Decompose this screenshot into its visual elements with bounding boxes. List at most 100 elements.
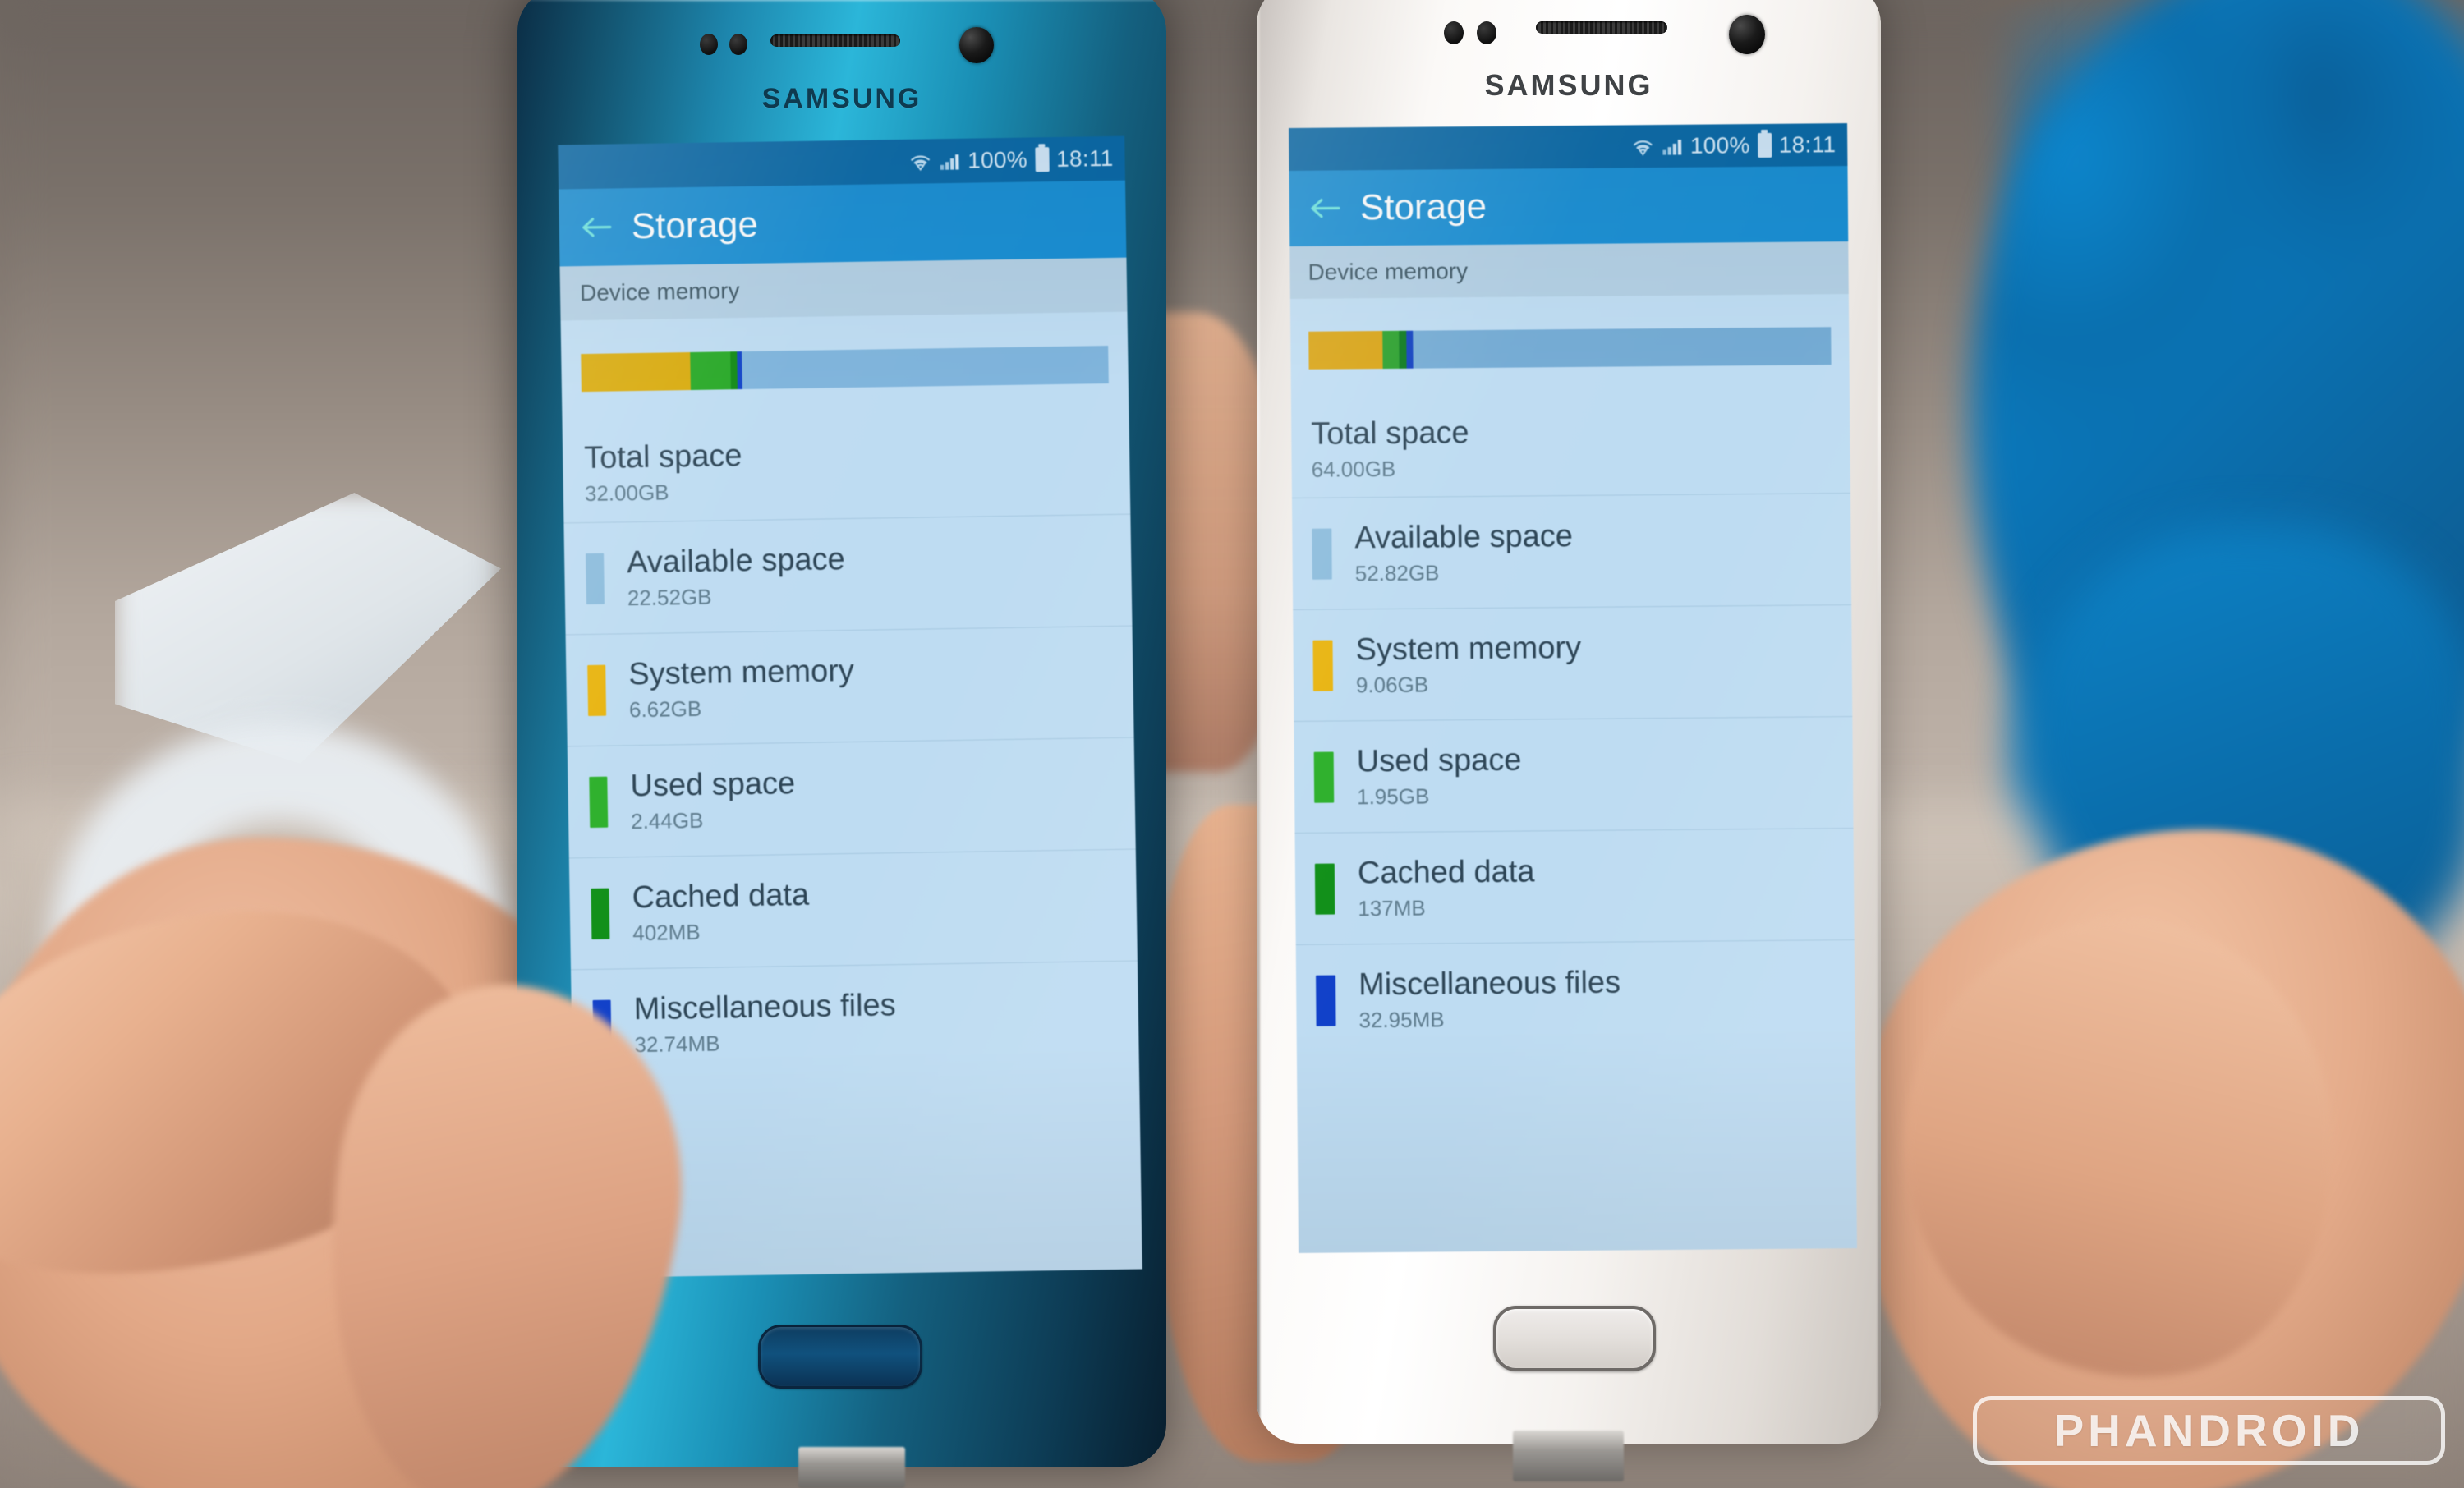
section-header-label: Device memory	[579, 278, 740, 306]
row-value: 402MB	[632, 919, 701, 945]
clock-label: 18:11	[1055, 145, 1114, 172]
table-row[interactable]: Miscellaneous files 32.74MB	[570, 960, 1140, 1082]
row-value: 32.00GB	[584, 480, 669, 507]
row-value: 137MB	[1358, 895, 1426, 921]
page-title: Storage	[1359, 186, 1487, 228]
usage-segment-available-space	[741, 346, 1109, 390]
legend-swatch-available-space	[1312, 528, 1332, 580]
wifi-icon	[908, 151, 931, 172]
table-row[interactable]: Total space 64.00GB	[1291, 397, 1850, 498]
phone-right-body: SAMSUNG 100% 18:11 Storage Device memory…	[1257, 0, 1881, 1444]
phone-left-brand-logo: SAMSUNG	[761, 83, 922, 114]
row-title: Cached data	[1357, 853, 1535, 890]
battery-full-icon	[1757, 132, 1772, 158]
row-texts: System memory 6.62GB	[628, 653, 855, 722]
legend-swatch-system-memory	[1312, 640, 1334, 691]
signal-bars-icon	[939, 151, 960, 171]
row-value: 1.95GB	[1357, 783, 1430, 809]
legend-swatch-used-space	[1313, 751, 1335, 803]
page-title: Storage	[631, 204, 759, 247]
row-title: Miscellaneous files	[1358, 965, 1621, 1002]
phone-right-dock-connector	[1513, 1431, 1624, 1481]
row-value: 22.52GB	[627, 584, 712, 610]
row-texts: Available space 22.52GB	[627, 542, 846, 611]
usage-segment-system-memory	[581, 352, 691, 393]
row-texts: Total space 32.00GB	[584, 439, 742, 507]
table-row[interactable]: System memory 6.62GB	[565, 625, 1134, 746]
row-title: Total space	[1311, 416, 1469, 452]
row-texts: Cached data 137MB	[1358, 854, 1535, 921]
usage-segment-available-space	[1412, 327, 1832, 369]
row-value: 64.00GB	[1311, 456, 1396, 482]
phone-right-right-rail	[1878, 0, 1881, 1442]
usage-segment-used-space	[690, 351, 731, 391]
table-row[interactable]: Total space 32.00GB	[563, 417, 1131, 523]
table-row[interactable]: Available space 52.82GB	[1291, 493, 1852, 609]
phone-left-home-button[interactable]	[758, 1325, 922, 1389]
row-value: 2.44GB	[630, 807, 704, 834]
row-title: Available space	[1354, 518, 1574, 555]
wifi-icon	[1631, 136, 1654, 156]
row-title: Used space	[630, 765, 796, 803]
phandroid-watermark: PHANDROID	[1973, 1396, 2445, 1465]
battery-full-icon	[1034, 147, 1050, 172]
legend-swatch-cached-data	[591, 888, 610, 939]
battery-percent-label: 100%	[1689, 132, 1750, 158]
legend-swatch-system-memory	[587, 664, 607, 716]
table-row[interactable]: Used space 1.95GB	[1294, 716, 1854, 833]
row-texts: Cached data 402MB	[632, 877, 810, 945]
phone-right[interactable]: SAMSUNG 100% 18:11 Storage Device memory…	[1257, 0, 1881, 1444]
phone-left-storage-list: Total space 32.00GB Available space 22.5…	[562, 416, 1140, 1082]
phone-right-home-button[interactable]	[1493, 1306, 1656, 1371]
section-header-label: Device memory	[1308, 258, 1469, 285]
table-row[interactable]: Cached data 402MB	[568, 848, 1138, 970]
row-title: Total space	[583, 439, 742, 476]
phone-left-app-bar: Storage	[559, 180, 1127, 267]
phone-right-status-bar: 100% 18:11	[1289, 123, 1848, 171]
back-arrow-icon[interactable]	[581, 214, 612, 240]
phone-right-left-rail	[1257, 0, 1260, 1442]
phone-right-storage-list: Total space 64.00GB Available space 52.8…	[1290, 397, 1855, 1056]
earpiece-speaker-icon	[1536, 21, 1667, 34]
phone-right-screen[interactable]: 100% 18:11 Storage Device memory Total s…	[1289, 123, 1857, 1253]
clock-label: 18:11	[1778, 131, 1837, 158]
phone-left-dock-connector	[798, 1447, 905, 1488]
phone-left-section-header: Device memory	[559, 257, 1128, 321]
phone-right-top-bezel: SAMSUNG	[1257, 0, 1881, 113]
legend-swatch-available-space	[586, 553, 605, 604]
phone-right-brand-logo: SAMSUNG	[1484, 68, 1653, 102]
proximity-sensor-icon	[700, 34, 718, 55]
phone-right-app-bar: Storage	[1289, 166, 1849, 246]
light-sensor-icon	[1477, 21, 1496, 44]
row-texts: Miscellaneous files 32.74MB	[633, 988, 896, 1058]
row-title: Miscellaneous files	[633, 987, 896, 1026]
back-arrow-icon[interactable]	[1309, 195, 1340, 220]
signal-bars-icon	[1662, 136, 1683, 156]
usage-segment-system-memory	[1308, 331, 1383, 370]
row-texts: Available space 52.82GB	[1354, 518, 1573, 586]
row-texts: Total space 64.00GB	[1311, 416, 1469, 483]
table-row[interactable]: Used space 2.44GB	[567, 737, 1136, 858]
row-texts: Miscellaneous files 32.95MB	[1358, 965, 1621, 1033]
usage-segment-cached-data	[1399, 330, 1407, 369]
earpiece-speaker-icon	[770, 34, 900, 47]
row-title: System memory	[628, 653, 855, 691]
table-row[interactable]: Available space 22.52GB	[563, 513, 1133, 635]
usage-segment-used-space	[1382, 330, 1400, 370]
legend-swatch-cached-data	[1314, 863, 1335, 915]
row-title: Cached data	[632, 877, 810, 915]
front-camera-icon	[1729, 15, 1765, 54]
row-texts: System memory 9.06GB	[1355, 630, 1581, 697]
row-value: 6.62GB	[628, 696, 702, 722]
legend-swatch-misc-files	[1316, 975, 1336, 1026]
screenshot-stage: SAMSUNG 100% 18:11 Storage Device memory…	[0, 0, 2464, 1488]
phone-right-section-header: Device memory	[1289, 241, 1849, 299]
table-row[interactable]: System memory 9.06GB	[1293, 604, 1853, 721]
row-value: 32.74MB	[634, 1031, 720, 1057]
storage-usage-bar	[1308, 327, 1832, 370]
table-row[interactable]: Cached data 137MB	[1294, 828, 1855, 944]
table-row[interactable]: Miscellaneous files 32.95MB	[1295, 939, 1855, 1056]
phone-left-usage-bar-area	[560, 311, 1129, 426]
watermark-label: PHANDROID	[2053, 1405, 2365, 1456]
phone-left-top-bezel: SAMSUNG	[517, 0, 1166, 128]
